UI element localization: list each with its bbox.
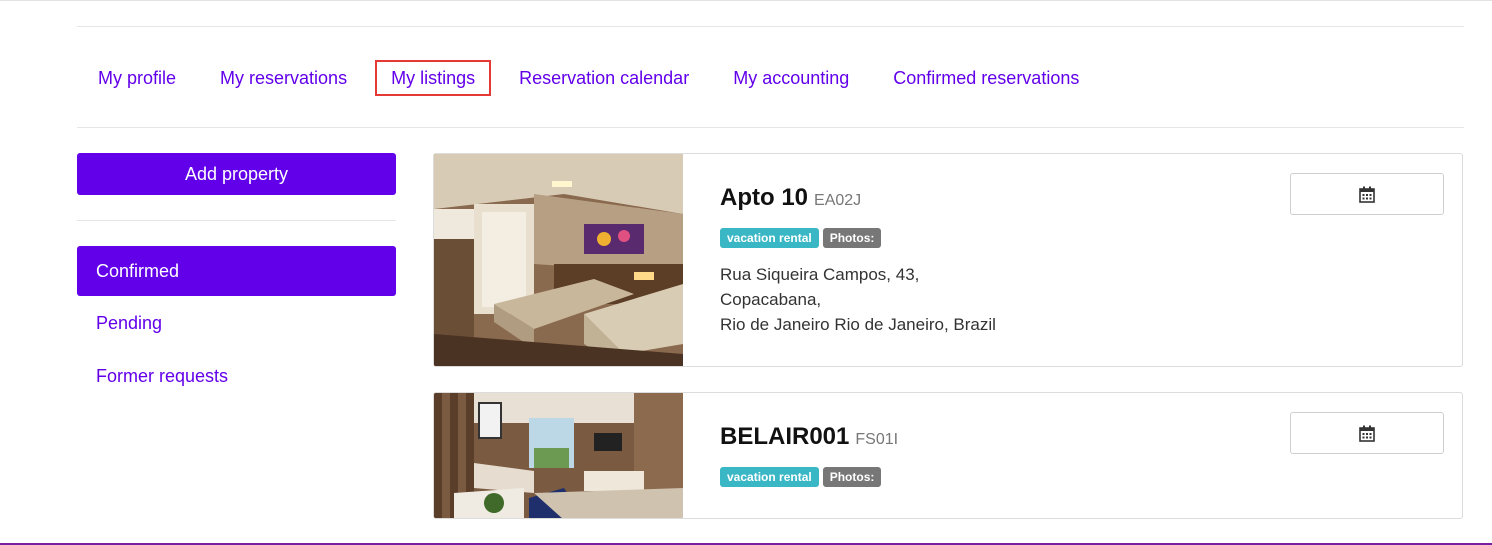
sidebar-item-pending[interactable]: Pending: [77, 298, 396, 348]
add-property-button[interactable]: Add property: [77, 153, 396, 195]
tab-confirmed-reservations[interactable]: Confirmed reservations: [877, 60, 1095, 96]
top-divider: [0, 0, 1492, 1]
account-tabs: My profile My reservations My listings R…: [77, 60, 1107, 96]
header-divider-top: [77, 26, 1464, 27]
listing-details: Apto 10 EA02J vacation rental Photos: Ru…: [720, 184, 996, 337]
sidebar-divider: [77, 220, 396, 221]
sidebar-item-confirmed[interactable]: Confirmed: [77, 246, 396, 296]
photos-badge: Photos:: [823, 467, 882, 487]
calendar-button[interactable]: [1290, 412, 1444, 454]
listing-photo[interactable]: [434, 393, 683, 518]
bedroom-photo-icon: [434, 154, 683, 366]
living-room-photo-icon: [434, 393, 683, 518]
tab-my-profile[interactable]: My profile: [82, 60, 192, 96]
listing-photo[interactable]: [434, 154, 683, 366]
listing-address: Rua Siqueira Campos, 43, Copacabana, Rio…: [720, 262, 996, 337]
listing-title[interactable]: BELAIR001: [720, 423, 849, 451]
listing-type-badge: vacation rental: [720, 228, 819, 248]
listing-type-badge: vacation rental: [720, 467, 819, 487]
header-divider-bottom: [77, 127, 1464, 128]
listing-title[interactable]: Apto 10: [720, 184, 808, 212]
address-line: Rio de Janeiro Rio de Janeiro, Brazil: [720, 312, 996, 337]
address-line: Rua Siqueira Campos, 43,: [720, 262, 996, 287]
listing-details: BELAIR001 FS01I vacation rental Photos:: [720, 423, 898, 487]
listing-card: BELAIR001 FS01I vacation rental Photos:: [433, 392, 1463, 519]
tab-reservation-calendar[interactable]: Reservation calendar: [503, 60, 705, 96]
calendar-icon: [1359, 186, 1375, 203]
calendar-button[interactable]: [1290, 173, 1444, 215]
tab-my-reservations[interactable]: My reservations: [204, 60, 363, 96]
address-line: Copacabana,: [720, 287, 996, 312]
listing-code: FS01I: [855, 431, 898, 449]
calendar-icon: [1359, 425, 1375, 442]
tab-my-listings[interactable]: My listings: [375, 60, 491, 96]
tab-my-accounting[interactable]: My accounting: [717, 60, 865, 96]
listing-code: EA02J: [814, 192, 861, 210]
sidebar-item-former-requests[interactable]: Former requests: [77, 351, 396, 401]
photos-badge: Photos:: [823, 228, 882, 248]
listing-card: Apto 10 EA02J vacation rental Photos: Ru…: [433, 153, 1463, 367]
